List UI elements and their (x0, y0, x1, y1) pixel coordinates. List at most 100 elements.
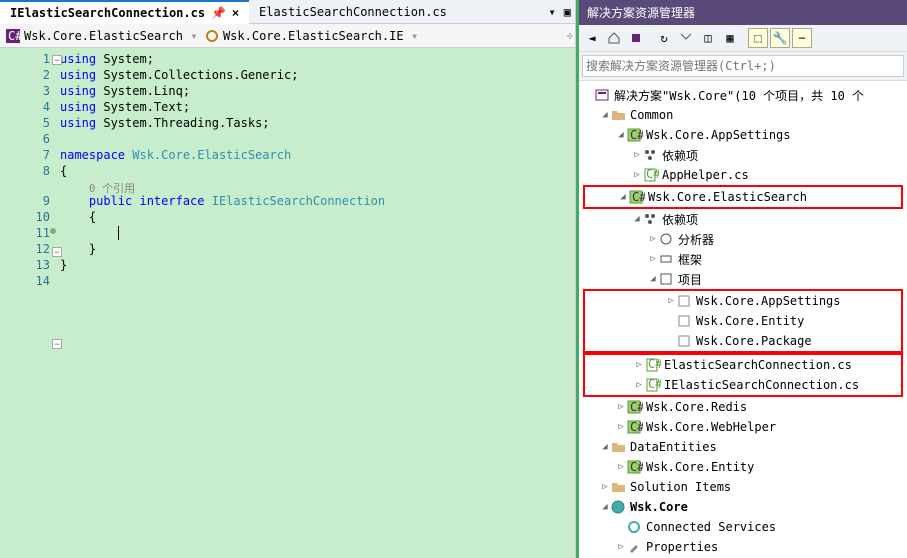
solution-icon (595, 88, 611, 102)
ref-package[interactable]: Wsk.Core.Package (585, 331, 901, 351)
split-icon[interactable]: ÷ (565, 29, 575, 43)
csproj-icon: C# (627, 128, 643, 142)
nav-scope[interactable]: C# Wsk.Core.ElasticSearch (0, 25, 189, 47)
collapse-icon[interactable]: ◢ (647, 274, 659, 284)
csproj-icon: C# (627, 400, 643, 414)
svg-text:C#: C# (648, 358, 661, 371)
deps-elastic[interactable]: ◢依赖项 (583, 209, 903, 229)
svg-text:C#: C# (630, 400, 643, 414)
collapse-icon[interactable]: ◢ (599, 110, 611, 120)
expand-icon[interactable]: ▷ (631, 150, 643, 160)
project-entity[interactable]: ▷C#Wsk.Core.Entity (583, 457, 903, 477)
folder-icon (611, 440, 627, 454)
tab-dropdown-icon[interactable]: ▾ (545, 5, 560, 19)
project-icon (659, 272, 675, 286)
ref-appsettings[interactable]: ▷Wsk.Core.AppSettings (585, 291, 901, 311)
folder-dataentities[interactable]: ◢DataEntities (583, 437, 903, 457)
tree: 解决方案"Wsk.Core"(10 个项目，共 10 个 ◢Common ◢C#… (579, 81, 907, 558)
refresh-icon[interactable]: ↻ (654, 28, 674, 48)
svg-text:C#: C# (632, 190, 645, 204)
solution-node[interactable]: 解决方案"Wsk.Core"(10 个项目，共 10 个 (583, 85, 903, 105)
cs-icon: C# (645, 378, 661, 392)
deps-node[interactable]: ▷依赖项 (583, 145, 903, 165)
framework-icon (659, 252, 675, 266)
cs-icon: C# (643, 168, 659, 182)
web-icon (611, 500, 627, 514)
code-editor[interactable]: 1− 2 3 4 5 6 7− 8 9− 10 11 12 13 14 usin… (0, 48, 575, 558)
interface-icon (205, 29, 219, 43)
properties-node[interactable]: ▷Properties (583, 537, 903, 557)
home-icon[interactable] (604, 28, 624, 48)
expand-icon[interactable]: ▷ (615, 422, 627, 432)
project-refs[interactable]: ◢项目 (583, 269, 903, 289)
svg-text:C#: C# (630, 420, 643, 434)
tab-inactive[interactable]: ElasticSearchConnection.cs (249, 0, 457, 24)
expand-icon[interactable]: ▷ (633, 360, 645, 370)
collapse-icon[interactable]: ◢ (599, 442, 611, 452)
expand-icon[interactable]: ▷ (665, 296, 677, 306)
project-wskcore[interactable]: ◢Wsk.Core (583, 497, 903, 517)
expand-icon[interactable]: ▷ (599, 482, 611, 492)
tab-fullscreen-icon[interactable]: ▣ (560, 5, 575, 19)
expand-icon[interactable]: ▷ (631, 170, 643, 180)
back-icon[interactable]: ◄ (582, 28, 602, 48)
project-redis[interactable]: ▷C#Wsk.Core.Redis (583, 397, 903, 417)
preview-icon[interactable]: ⬚ (748, 28, 768, 48)
project-webhelper[interactable]: ▷C#Wsk.Core.WebHelper (583, 417, 903, 437)
wrench-icon (627, 540, 643, 554)
nav-bar: C# Wsk.Core.ElasticSearch ▾ Wsk.Core.Ela… (0, 24, 575, 48)
file-apphelper[interactable]: ▷C#AppHelper.cs (583, 165, 903, 185)
nav-sep: ▾ (410, 29, 420, 43)
svg-text:C#: C# (8, 29, 20, 43)
folder-common[interactable]: ◢Common (583, 105, 903, 125)
collapse-icon[interactable]: ◢ (615, 130, 627, 140)
deps-icon (643, 212, 659, 226)
properties-icon[interactable]: ▦ (720, 28, 740, 48)
analyzer-node[interactable]: ▷分析器 (583, 229, 903, 249)
framework-node[interactable]: ▷框架 (583, 249, 903, 269)
project-appsettings[interactable]: ◢C#Wsk.Core.AppSettings (583, 125, 903, 145)
expand-icon[interactable]: ▷ (615, 402, 627, 412)
csproj-icon: C# (627, 460, 643, 474)
editor-pane: IElasticSearchConnection.cs 📌 × ElasticS… (0, 0, 576, 558)
expand-icon[interactable]: ▷ (615, 462, 627, 472)
project-elastic[interactable]: ◢C#Wsk.Core.ElasticSearch (585, 187, 901, 207)
sync-icon[interactable] (626, 28, 646, 48)
fold-icon[interactable]: − (52, 339, 62, 349)
fold-icon[interactable]: − (52, 55, 62, 65)
collapse-icon[interactable] (676, 28, 696, 48)
file-esc[interactable]: ▷C#ElasticSearchConnection.cs (585, 355, 901, 375)
collapse-icon[interactable]: ◢ (617, 192, 629, 202)
tab-label: IElasticSearchConnection.cs (10, 6, 205, 20)
source[interactable]: using System; using System.Collections.G… (60, 48, 575, 558)
deps-icon (643, 148, 659, 162)
close-icon[interactable]: × (232, 6, 239, 20)
expand-icon[interactable]: ▷ (647, 234, 659, 244)
minus-icon[interactable]: − (792, 28, 812, 48)
show-all-icon[interactable]: ◫ (698, 28, 718, 48)
pin-icon[interactable]: 📌 (211, 6, 226, 20)
expand-icon[interactable]: ▷ (647, 254, 659, 264)
collapse-icon[interactable]: ◢ (599, 502, 611, 512)
wrench-icon[interactable]: 🔧 (770, 28, 790, 48)
expand-icon[interactable]: ▷ (615, 542, 627, 552)
nav-type[interactable]: Wsk.Core.ElasticSearch.IE (199, 25, 410, 47)
folder-icon (611, 108, 627, 122)
tab-bar: IElasticSearchConnection.cs 📌 × ElasticS… (0, 0, 575, 24)
search-input[interactable] (582, 55, 904, 77)
ref-icon (677, 314, 693, 328)
connected-icon (627, 520, 643, 534)
svg-text:C#: C# (630, 128, 643, 142)
connected-svc[interactable]: Connected Services (583, 517, 903, 537)
gutter: 1− 2 3 4 5 6 7− 8 9− 10 11 12 13 14 (0, 48, 60, 558)
tab-active[interactable]: IElasticSearchConnection.cs 📌 × (0, 0, 249, 24)
ref-entity[interactable]: Wsk.Core.Entity (585, 311, 901, 331)
file-iesc[interactable]: ▷C#IElasticSearchConnection.cs (585, 375, 901, 395)
expand-icon[interactable]: ▷ (633, 380, 645, 390)
panel-title: 解决方案资源管理器 (579, 0, 907, 25)
tab-label: ElasticSearchConnection.cs (259, 5, 447, 19)
folder-icon (611, 480, 627, 494)
nav-sep: ▾ (189, 29, 199, 43)
folder-slnitems[interactable]: ▷Solution Items (583, 477, 903, 497)
collapse-icon[interactable]: ◢ (631, 214, 643, 224)
